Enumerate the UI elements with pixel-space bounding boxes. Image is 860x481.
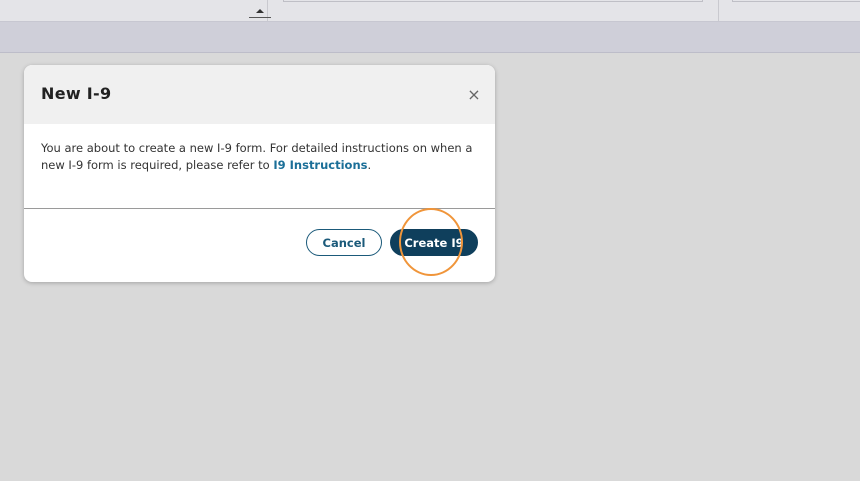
dialog-footer: Cancel Create I9 bbox=[24, 209, 495, 282]
dialog-title: New I-9 bbox=[41, 84, 112, 103]
dialog-message: You are about to create a new I-9 form. … bbox=[24, 124, 495, 208]
close-icon[interactable]: × bbox=[465, 86, 483, 104]
toolbar-segment bbox=[0, 0, 268, 21]
toolbar-divider bbox=[718, 0, 719, 21]
sub-header-bar bbox=[0, 22, 860, 53]
top-toolbar bbox=[0, 0, 860, 22]
toolbar-field bbox=[732, 0, 860, 2]
sort-ascending-icon[interactable] bbox=[249, 8, 271, 18]
new-i9-dialog: New I-9 × You are about to create a new … bbox=[24, 65, 495, 282]
toolbar-field bbox=[283, 0, 703, 2]
create-i9-button[interactable]: Create I9 bbox=[390, 229, 478, 256]
message-text: You are about to create a new I-9 form. … bbox=[41, 141, 473, 172]
cancel-button[interactable]: Cancel bbox=[306, 229, 382, 256]
message-end: . bbox=[367, 158, 372, 172]
dialog-header: New I-9 × bbox=[24, 65, 495, 124]
i9-instructions-link[interactable]: I9 Instructions bbox=[273, 158, 367, 172]
